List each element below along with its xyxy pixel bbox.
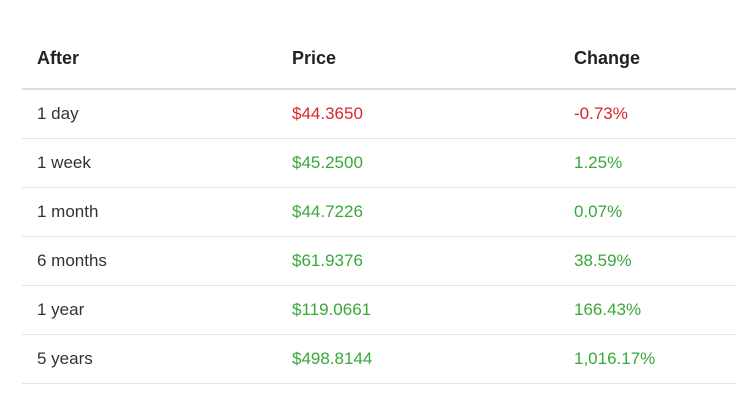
- period-cell: 1 day: [22, 89, 277, 139]
- table-row: 1 day $44.3650 -0.73%: [22, 89, 736, 139]
- price-cell: $44.7226: [277, 187, 559, 237]
- price-cell: $45.2500: [277, 138, 559, 188]
- price-cell: $44.3650: [277, 89, 559, 139]
- period-cell: 5 years: [22, 334, 277, 384]
- change-cell: 0.07%: [559, 187, 736, 237]
- price-cell: $498.8144: [277, 334, 559, 384]
- period-cell: 1 year: [22, 285, 277, 335]
- period-cell: 6 months: [22, 236, 277, 286]
- price-cell: $61.9376: [277, 236, 559, 286]
- column-header-after: After: [22, 28, 277, 90]
- change-cell: 1,016.17%: [559, 334, 736, 384]
- table-row: 5 years $498.8144 1,016.17%: [22, 334, 736, 384]
- price-cell: $119.0661: [277, 285, 559, 335]
- column-header-change: Change: [559, 28, 736, 90]
- period-cell: 1 week: [22, 138, 277, 188]
- change-cell: 1.25%: [559, 138, 736, 188]
- forecast-table-container: After Price Change 1 day $44.3650 -0.73%…: [22, 28, 736, 384]
- change-cell: -0.73%: [559, 89, 736, 139]
- table-row: 6 months $61.9376 38.59%: [22, 236, 736, 286]
- change-cell: 38.59%: [559, 236, 736, 286]
- table-row: 1 month $44.7226 0.07%: [22, 187, 736, 237]
- table-header-row: After Price Change: [22, 28, 736, 90]
- price-forecast-table: After Price Change 1 day $44.3650 -0.73%…: [22, 28, 736, 384]
- period-cell: 1 month: [22, 187, 277, 237]
- table-row: 1 week $45.2500 1.25%: [22, 138, 736, 188]
- change-cell: 166.43%: [559, 285, 736, 335]
- table-row: 1 year $119.0661 166.43%: [22, 285, 736, 335]
- column-header-price: Price: [277, 28, 559, 90]
